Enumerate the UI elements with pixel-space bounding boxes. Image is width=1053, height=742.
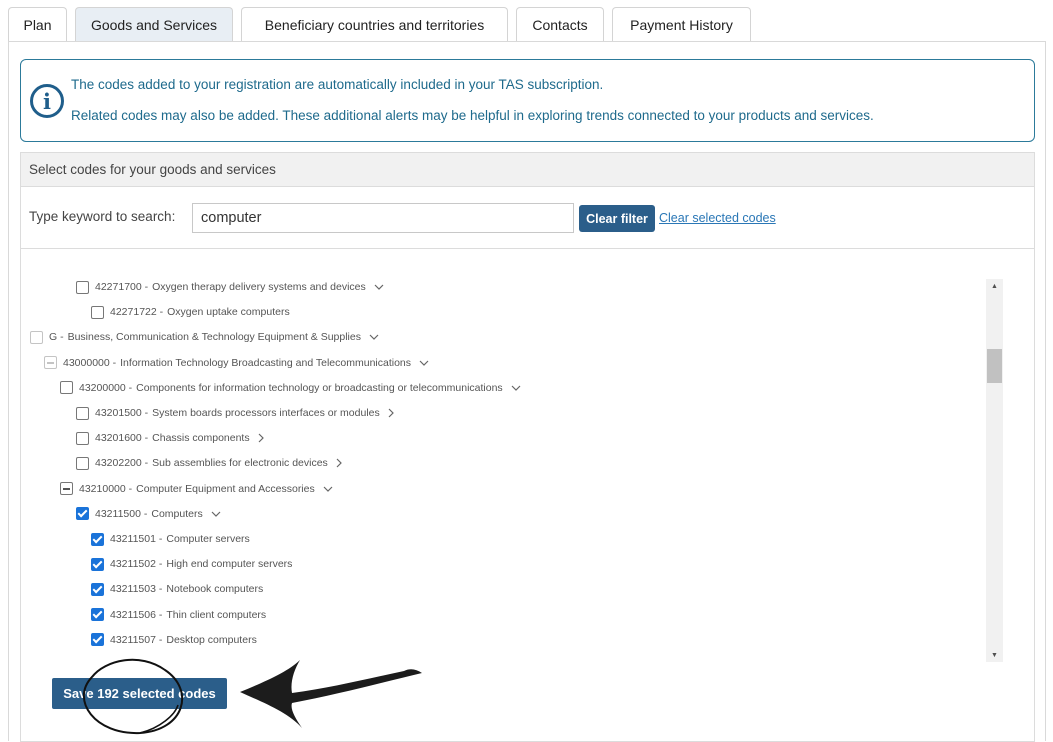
chevron-right-icon[interactable]: [336, 458, 342, 468]
tree-checkbox[interactable]: [76, 280, 89, 294]
tree-checkbox[interactable]: [60, 381, 73, 395]
code-label: Oxygen uptake computers: [167, 306, 290, 319]
tree-row[interactable]: 43211506 - Thin client computers: [91, 606, 266, 624]
code-label: Information Technology Broadcasting and …: [120, 356, 412, 369]
tree-row[interactable]: 43200000 - Components for information tec…: [60, 379, 521, 397]
code-label: Notebook computers: [166, 583, 264, 596]
code-number: 43211503 -: [110, 583, 163, 596]
tree-checkbox[interactable]: [91, 557, 104, 571]
code-label: Components for information technology or…: [136, 381, 503, 394]
code-label: System boards processors interfaces or m…: [152, 407, 380, 419]
tree-row[interactable]: 42271722 - Oxygen uptake computers: [91, 303, 290, 321]
tree-checkbox[interactable]: [91, 305, 104, 319]
code-number: 43211500 -: [95, 507, 148, 520]
tree-checkbox[interactable]: [60, 482, 73, 496]
code-label: Desktop computers: [166, 633, 257, 646]
tree-row[interactable]: 43211500 - Computers: [76, 505, 221, 523]
info-alert: i The codes added to your registration a…: [20, 59, 1035, 142]
code-tree: 42271700 - Oxygen therapy delivery system…: [20, 275, 985, 660]
chevron-down-icon[interactable]: [374, 284, 384, 290]
tree-checkbox[interactable]: [91, 532, 104, 546]
chevron-down-icon[interactable]: [511, 385, 521, 391]
code-number: 43211507 -: [110, 633, 163, 646]
tab-label: Contacts: [532, 17, 588, 33]
code-number: 43201500 -: [95, 407, 149, 419]
code-number: G -: [49, 331, 64, 344]
tree-row[interactable]: 42271700 - Oxygen therapy delivery system…: [76, 278, 384, 296]
code-label: Thin client computers: [166, 608, 267, 621]
code-number: 43000000 -: [63, 356, 117, 369]
tree-row[interactable]: 43210000 - Computer Equipment and Accesso…: [60, 480, 333, 498]
chevron-down-icon[interactable]: [419, 360, 429, 366]
code-number: 43200000 -: [79, 381, 133, 394]
search-input[interactable]: [192, 203, 574, 233]
tree-checkbox[interactable]: [91, 582, 104, 596]
tab-plan[interactable]: Plan: [8, 7, 67, 42]
code-number: 42271722 -: [110, 306, 164, 319]
tab-goods-and-services[interactable]: Goods and Services: [75, 7, 233, 42]
tab-label: Beneficiary countries and territories: [264, 17, 485, 33]
save-selected-codes-button[interactable]: Save 192 selected codes: [52, 678, 227, 709]
tab-label: Goods and Services: [90, 17, 218, 33]
section-header: Select codes for your goods and services: [21, 153, 1034, 187]
tree-row[interactable]: 43211502 - High end computer servers: [91, 555, 292, 573]
tree-row[interactable]: 43201600 - Chassis components: [76, 429, 264, 447]
code-label: Sub assemblies for electronic devices: [152, 457, 328, 470]
code-number: 43211506 -: [110, 608, 163, 621]
scroll-up-arrow-icon[interactable]: ▲: [986, 279, 1003, 293]
code-number: 43201600 -: [95, 432, 149, 445]
tab-beneficiary-countries[interactable]: Beneficiary countries and territories: [241, 7, 508, 42]
search-label: Type keyword to search:: [29, 209, 176, 224]
code-number: 43211502 -: [110, 558, 163, 571]
tab-contacts[interactable]: Contacts: [516, 7, 604, 42]
tree-row[interactable]: 43202200 - Sub assemblies for electronic …: [76, 454, 342, 472]
chevron-down-icon[interactable]: [369, 334, 379, 341]
code-number: 42271700 -: [95, 281, 149, 293]
chevron-down-icon[interactable]: [323, 486, 333, 492]
code-label: Computer servers: [166, 533, 250, 545]
code-number: 43210000 -: [79, 482, 133, 495]
tree-checkbox[interactable]: [76, 456, 89, 470]
tree-row[interactable]: 43211503 - Notebook computers: [91, 580, 263, 598]
code-label: Business, Communication & Technology Equ…: [67, 331, 361, 344]
code-number: 43211501 -: [110, 533, 163, 545]
tree-checkbox[interactable]: [44, 356, 57, 370]
tree-scrollbar[interactable]: ▲ ▼: [986, 279, 1003, 662]
tab-bar: Plan Goods and Services Beneficiary coun…: [8, 7, 1048, 42]
clear-filter-button[interactable]: Clear filter: [579, 205, 655, 232]
code-label: Computer Equipment and Accessories: [136, 482, 315, 495]
code-label: Computers: [151, 507, 203, 520]
info-circle-icon: i: [30, 84, 64, 118]
code-label: Oxygen therapy delivery systems and devi…: [152, 281, 366, 293]
tab-payment-history[interactable]: Payment History: [612, 7, 751, 42]
tab-label: Payment History: [630, 17, 733, 33]
tree-checkbox[interactable]: [91, 633, 104, 647]
info-line-1: The codes added to your registration are…: [71, 77, 604, 92]
tree-checkbox[interactable]: [76, 431, 89, 445]
tree-row[interactable]: G - Business, Communication & Technology …: [30, 328, 379, 346]
tree-checkbox[interactable]: [76, 406, 89, 420]
tree-row[interactable]: 43211501 - Computer servers: [91, 530, 250, 548]
info-line-2: Related codes may also be added. These a…: [71, 108, 874, 123]
code-number: 43202200 -: [95, 457, 149, 470]
code-label: High end computer servers: [166, 558, 293, 571]
scroll-down-arrow-icon[interactable]: ▼: [986, 648, 1003, 662]
code-label: Chassis components: [152, 432, 250, 445]
tree-checkbox[interactable]: [91, 608, 104, 622]
tree-row[interactable]: 43201500 - System boards processors inter…: [76, 404, 394, 422]
tree-checkbox[interactable]: [30, 330, 43, 344]
tree-row[interactable]: 43211507 - Desktop computers: [91, 631, 257, 649]
clear-selected-codes-link[interactable]: Clear selected codes: [659, 211, 776, 225]
tab-label: Plan: [23, 17, 52, 33]
chevron-right-icon[interactable]: [258, 433, 264, 443]
search-row: Type keyword to search: Clear filter Cle…: [21, 187, 1034, 249]
scroll-thumb[interactable]: [987, 349, 1002, 383]
tree-checkbox[interactable]: [76, 507, 89, 521]
chevron-right-icon[interactable]: [388, 408, 394, 418]
tree-row[interactable]: 43000000 - Information Technology Broadca…: [44, 354, 429, 372]
chevron-down-icon[interactable]: [211, 511, 221, 517]
